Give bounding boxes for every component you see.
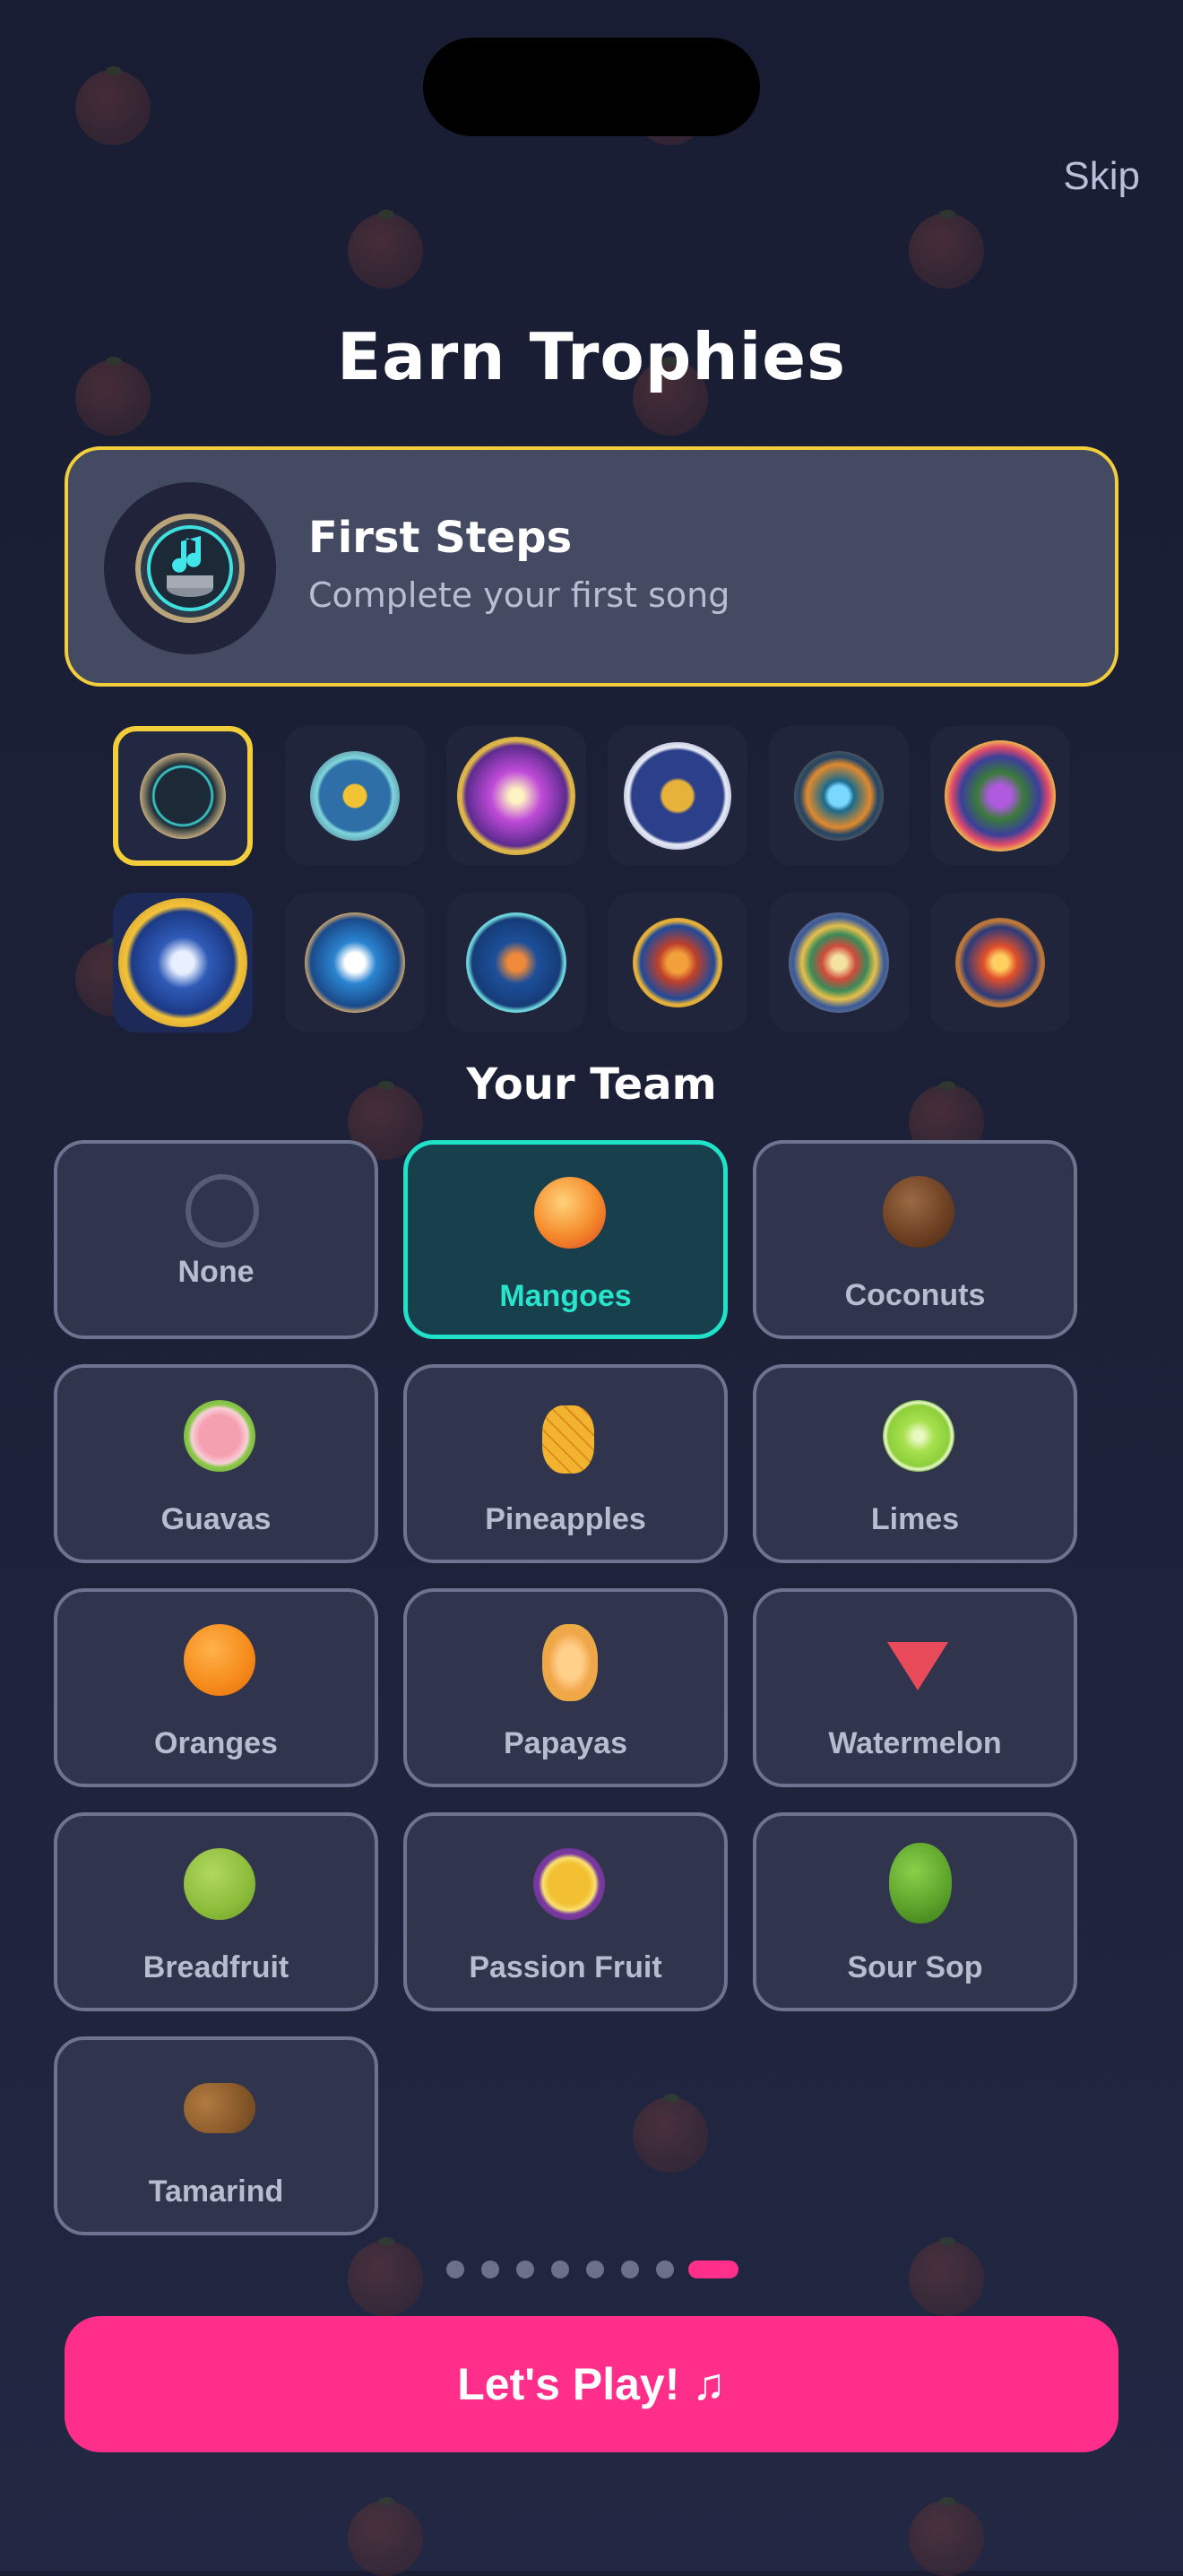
orange-icon xyxy=(184,1624,255,1696)
team-section-title: Your Team xyxy=(466,1059,717,1110)
trophy-item[interactable] xyxy=(608,726,747,866)
dynamic-island xyxy=(423,38,760,136)
bg-fruit-icon xyxy=(348,2497,423,2576)
empty-circle-icon xyxy=(186,1174,259,1248)
page-dot[interactable] xyxy=(621,2260,639,2278)
watermelon-icon xyxy=(887,1642,948,1690)
page-title: Earn Trophies xyxy=(337,319,846,394)
lets-play-button[interactable]: Let's Play! ♫ xyxy=(65,2316,1118,2452)
page-dot[interactable] xyxy=(656,2260,674,2278)
page-dot-active[interactable] xyxy=(688,2260,738,2278)
trophy-item[interactable] xyxy=(608,893,747,1033)
team-option-label: Tamarind xyxy=(148,2174,284,2209)
star-medal-icon xyxy=(310,751,400,841)
team-option-oranges[interactable]: Oranges xyxy=(54,1588,378,1787)
team-option-tamarind[interactable]: Tamarind xyxy=(54,2036,378,2235)
team-option-limes[interactable]: Limes xyxy=(753,1364,1077,1563)
gem-wreath-medal-icon xyxy=(945,740,1056,851)
trophy-item[interactable] xyxy=(285,893,425,1033)
team-option-label: Limes xyxy=(870,1502,960,1536)
trophy-item[interactable] xyxy=(769,726,909,866)
diamond-medal-icon xyxy=(794,751,884,841)
trophy-item[interactable] xyxy=(769,893,909,1033)
trophy-item[interactable] xyxy=(446,893,586,1033)
team-option-label: Coconuts xyxy=(844,1278,986,1312)
pineapple-icon xyxy=(542,1405,594,1474)
fireworks-medal-icon xyxy=(457,737,575,855)
team-option-label: None xyxy=(177,1255,255,1289)
phoenix-medal-icon xyxy=(633,918,722,1007)
bg-fruit-icon xyxy=(348,210,423,289)
trophy-item[interactable] xyxy=(285,726,425,866)
trophy-detail-card: First Steps Complete your first song xyxy=(65,446,1118,687)
team-option-watermelon[interactable]: Watermelon xyxy=(753,1588,1077,1787)
team-option-label: Watermelon xyxy=(828,1726,1002,1760)
page-dot[interactable] xyxy=(446,2260,464,2278)
team-option-breadfruit[interactable]: Breadfruit xyxy=(54,1812,378,2011)
team-option-label: Sour Sop xyxy=(847,1950,983,1984)
team-option-guavas[interactable]: Guavas xyxy=(54,1364,378,1563)
bg-fruit-icon xyxy=(909,2497,984,2576)
bg-fruit-icon xyxy=(348,2237,423,2316)
shield-check-medal-icon xyxy=(118,898,247,1027)
trophy-item[interactable] xyxy=(446,726,586,866)
page-dot[interactable] xyxy=(481,2260,499,2278)
team-option-none[interactable]: None xyxy=(54,1140,378,1339)
mango-icon xyxy=(534,1177,606,1249)
comet-medal-icon xyxy=(466,912,566,1013)
page-dot[interactable] xyxy=(551,2260,569,2278)
music-note-medal-icon xyxy=(140,753,226,839)
passion-fruit-icon xyxy=(533,1848,605,1920)
skip-button[interactable]: Skip xyxy=(1063,154,1140,199)
papaya-icon xyxy=(542,1624,598,1701)
bg-fruit-icon xyxy=(909,210,984,289)
team-option-label: Papayas xyxy=(504,1726,627,1760)
trophy-item[interactable] xyxy=(930,726,1070,866)
lime-icon xyxy=(883,1400,954,1472)
trophy-cup-medal-icon xyxy=(624,742,731,850)
team-option-sour-sop[interactable]: Sour Sop xyxy=(753,1812,1077,2011)
guava-icon xyxy=(184,1400,255,1472)
soursop-icon xyxy=(889,1843,952,1923)
trophy-item[interactable] xyxy=(113,893,253,1033)
team-option-passion-fruit[interactable]: Passion Fruit xyxy=(403,1812,728,2011)
flame-medal-icon xyxy=(955,918,1045,1007)
breadfruit-icon xyxy=(184,1848,255,1920)
cloud-arrow-medal-icon xyxy=(305,912,405,1013)
team-option-label: Guavas xyxy=(160,1502,272,1536)
team-option-mangoes[interactable]: Mangoes xyxy=(403,1140,728,1339)
coconut-icon xyxy=(883,1176,954,1248)
bg-fruit-icon xyxy=(633,2094,708,2173)
tamarind-icon xyxy=(184,2083,255,2133)
bg-fruit-icon xyxy=(909,2237,984,2316)
team-option-label: Pineapples xyxy=(485,1502,646,1536)
team-option-label: Breadfruit xyxy=(142,1950,289,1984)
music-note-medal-icon xyxy=(104,482,276,654)
team-option-pineapples[interactable]: Pineapples xyxy=(403,1364,728,1563)
trophy-name: First Steps xyxy=(308,513,573,563)
team-option-papayas[interactable]: Papayas xyxy=(403,1588,728,1787)
trophy-item[interactable] xyxy=(930,893,1070,1033)
trophy-item[interactable] xyxy=(113,726,253,866)
bg-fruit-icon xyxy=(75,66,151,145)
trophy-description: Complete your first song xyxy=(308,575,730,615)
compass-star-medal-icon xyxy=(789,912,889,1013)
team-option-label: Oranges xyxy=(154,1726,278,1760)
page-dot[interactable] xyxy=(516,2260,534,2278)
page-dot[interactable] xyxy=(586,2260,604,2278)
team-option-label: Passion Fruit xyxy=(469,1950,662,1984)
team-option-label: Mangoes xyxy=(499,1279,632,1313)
team-option-coconuts[interactable]: Coconuts xyxy=(753,1140,1077,1339)
